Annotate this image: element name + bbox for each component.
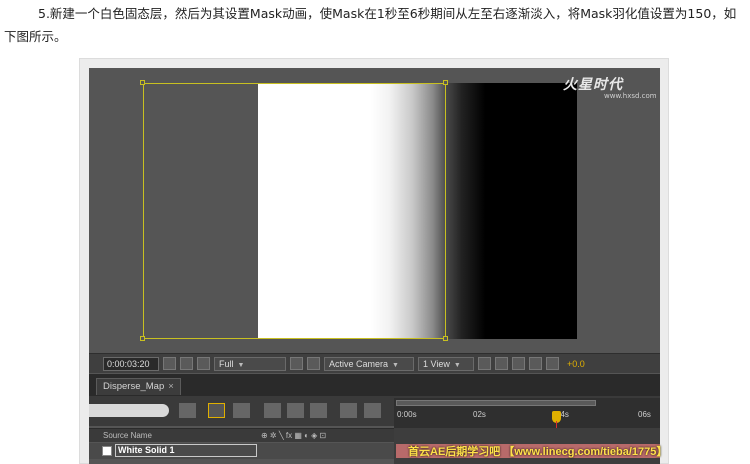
- switches-header: ⊕ ✲ ╲ fx ▦ ◐ ◈ ⊡: [261, 431, 327, 440]
- chevron-down-icon: ▼: [392, 361, 399, 369]
- mask-handle-tr[interactable]: [443, 80, 448, 85]
- draft-3d-icon[interactable]: [208, 403, 225, 418]
- color-channel-icon[interactable]: [197, 357, 210, 370]
- region-of-interest-icon[interactable]: [290, 357, 303, 370]
- graph-editor-icon[interactable]: [364, 403, 381, 418]
- chevron-down-icon: ▼: [237, 361, 245, 369]
- pixel-aspect-icon[interactable]: [478, 357, 491, 370]
- layer-color-swatch: [102, 446, 112, 456]
- fast-preview-icon[interactable]: [495, 357, 508, 370]
- frame-blending-icon[interactable]: [264, 403, 281, 418]
- auto-keyframe-icon[interactable]: [340, 403, 357, 418]
- ruler-label: 0:00s: [397, 410, 417, 419]
- hide-shy-layers-icon[interactable]: [233, 403, 250, 418]
- viewer-toolbar: 0:00:03:20 Full ▼ Active Camera ▼ 1 View ▼ …: [89, 353, 660, 373]
- watermark: 首云AE后期学习吧 【www.linecg.com/tieba/1775】: [408, 446, 668, 458]
- brainstorm-icon[interactable]: [310, 403, 327, 418]
- search-input[interactable]: [89, 404, 169, 417]
- exposure-icon[interactable]: [546, 357, 559, 370]
- motion-blur-icon[interactable]: [287, 403, 304, 418]
- mask-outline[interactable]: [143, 83, 446, 339]
- view-layout-dropdown[interactable]: 1 View ▼: [418, 356, 474, 371]
- transparency-grid-icon[interactable]: [307, 357, 320, 370]
- layer-row[interactable]: White Solid 1: [89, 443, 394, 459]
- logo-url: www.hxsd.com: [604, 92, 657, 100]
- mask-handle-bl[interactable]: [140, 336, 145, 341]
- snapshot-icon[interactable]: [163, 357, 176, 370]
- camera-dropdown[interactable]: Active Camera ▼: [324, 356, 414, 371]
- article-paragraph: 5.新建一个白色固态层，然后为其设置Mask动画，使Mask在1秒至6秒期间从左…: [4, 6, 737, 44]
- flowchart-icon[interactable]: [529, 357, 542, 370]
- timecode-display[interactable]: 0:00:03:20: [103, 356, 159, 371]
- ruler-label: 06s: [638, 410, 651, 419]
- layer-name[interactable]: White Solid 1: [115, 444, 257, 457]
- site-logo: 火星时代: [563, 77, 623, 93]
- close-icon[interactable]: ×: [168, 381, 174, 392]
- mask-handle-tl[interactable]: [140, 80, 145, 85]
- ruler-label: 02s: [473, 410, 486, 419]
- show-snapshot-icon[interactable]: [180, 357, 193, 370]
- chevron-down-icon: ▼: [453, 361, 461, 369]
- mask-handle-br[interactable]: [443, 336, 448, 341]
- resolution-dropdown[interactable]: Full ▼: [214, 356, 286, 371]
- layer-column-header: Source Name ⊕ ✲ ╲ fx ▦ ◐ ◈ ⊡: [89, 428, 394, 442]
- work-area-bar[interactable]: [396, 400, 596, 406]
- exposure-value[interactable]: +0.0: [567, 359, 585, 369]
- black-background-area: [446, 83, 577, 339]
- timeline-icon[interactable]: [512, 357, 525, 370]
- composition-mini-flowchart-icon[interactable]: [179, 403, 196, 418]
- tab-disperse-map[interactable]: Disperse_Map ×: [96, 378, 181, 395]
- source-name-header[interactable]: Source Name: [103, 431, 152, 440]
